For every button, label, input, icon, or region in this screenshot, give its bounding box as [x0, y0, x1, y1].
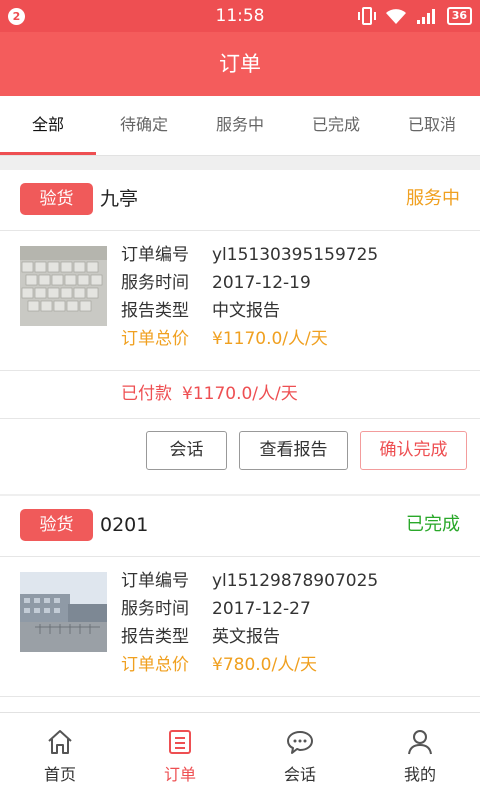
paid-label: 已付款	[121, 384, 172, 404]
tab-pending[interactable]: 待确定	[96, 96, 192, 155]
status-bar: 2 11:58 36	[0, 0, 480, 32]
order-details: 订单编号 yl15129878907025 服务时间 2017-12-27 报告类型…	[121, 567, 378, 679]
nav-chat-label: 会话	[283, 765, 316, 784]
order-total: ¥1170.0/人/天	[212, 329, 328, 349]
order-details: 订单编号 yl15130395159725 服务时间 2017-12-19 报告类型…	[121, 241, 378, 353]
service-time-label: 服务时间	[121, 273, 189, 293]
tab-cancelled[interactable]: 已取消	[384, 96, 480, 155]
wifi-icon	[385, 9, 406, 24]
nav-chat[interactable]: 会话	[240, 713, 360, 800]
order-number-row: 订单编号 yl15130395159725	[121, 241, 378, 269]
nav-home[interactable]: 首页	[0, 713, 120, 800]
order-tabs: 全部 待确定 服务中 已完成 已取消	[0, 96, 480, 156]
order-location: 九亭	[100, 188, 139, 210]
order-card[interactable]: 验货 0201 已完成 订单编号 yl15129878907025 服务时间 201…	[0, 496, 480, 716]
report-type-label: 报告类型	[121, 627, 189, 647]
order-status: 服务中	[406, 188, 460, 209]
service-time: 2017-12-27	[212, 599, 311, 619]
user-icon	[408, 730, 432, 755]
chat-button[interactable]: 会话	[146, 431, 227, 470]
order-card-header: 验货 0201 已完成	[0, 496, 480, 557]
order-total: ¥780.0/人/天	[212, 655, 317, 675]
paid-amount: ¥1170.0/人/天	[182, 384, 298, 404]
order-actions: 会话 查看报告 确认完成	[0, 419, 480, 494]
service-time-row: 服务时间 2017-12-27	[121, 595, 378, 623]
order-number-row: 订单编号 yl15129878907025	[121, 567, 378, 595]
tab-in-service[interactable]: 服务中	[192, 96, 288, 155]
order-thumbnail	[20, 572, 107, 652]
nav-home-label: 首页	[43, 765, 76, 784]
bottom-nav: 首页 订单 会话 我的	[0, 712, 480, 800]
payment-status: 已付款 ¥1170.0/人/天	[0, 371, 480, 419]
order-number-label: 订单编号	[121, 245, 189, 265]
order-total-row: 订单总价 ¥1170.0/人/天	[121, 325, 378, 353]
order-status: 已完成	[406, 514, 460, 535]
vibrate-icon	[357, 7, 376, 25]
order-icon	[169, 730, 191, 754]
nav-orders[interactable]: 订单	[120, 713, 240, 800]
order-total-label: 订单总价	[121, 329, 189, 349]
chat-icon	[287, 731, 313, 754]
order-type-tag: 验货	[20, 509, 93, 541]
order-number: yl15129878907025	[212, 571, 379, 591]
order-card-header: 验货 九亭 服务中	[0, 170, 480, 231]
report-type: 中文报告	[212, 301, 280, 321]
battery-icon: 36	[446, 7, 472, 25]
service-time-label: 服务时间	[121, 599, 189, 619]
view-report-button[interactable]: 查看报告	[239, 431, 348, 470]
nav-orders-label: 订单	[163, 765, 196, 784]
nav-profile-label: 我的	[403, 765, 436, 784]
nav-profile[interactable]: 我的	[360, 713, 480, 800]
order-number-label: 订单编号	[121, 571, 189, 591]
status-icons: 36	[357, 6, 472, 26]
order-card-body: 订单编号 yl15129878907025 服务时间 2017-12-27 报告类型…	[0, 557, 480, 697]
report-type-row: 报告类型 中文报告	[121, 297, 378, 325]
order-total-label: 订单总价	[121, 655, 189, 675]
page-title: 订单	[0, 32, 480, 96]
report-type-label: 报告类型	[121, 301, 189, 321]
order-card-body: 订单编号 yl15130395159725 服务时间 2017-12-19 报告类型…	[0, 231, 480, 371]
confirm-complete-button[interactable]: 确认完成	[360, 431, 467, 470]
order-location: 0201	[100, 514, 149, 536]
report-type-row: 报告类型 英文报告	[121, 623, 378, 651]
home-icon	[48, 730, 72, 754]
report-type: 英文报告	[212, 627, 280, 647]
order-number: yl15130395159725	[212, 245, 379, 265]
signal-icon	[416, 9, 435, 24]
service-time: 2017-12-19	[212, 273, 311, 293]
order-card[interactable]: 验货 九亭 服务中 订单编号 yl15130395159725 服务时间 201…	[0, 170, 480, 494]
order-total-row: 订单总价 ¥780.0/人/天	[121, 651, 378, 679]
order-type-tag: 验货	[20, 183, 93, 215]
tab-all[interactable]: 全部	[0, 96, 96, 155]
service-time-row: 服务时间 2017-12-19	[121, 269, 378, 297]
tab-completed[interactable]: 已完成	[288, 96, 384, 155]
order-thumbnail	[20, 246, 107, 326]
